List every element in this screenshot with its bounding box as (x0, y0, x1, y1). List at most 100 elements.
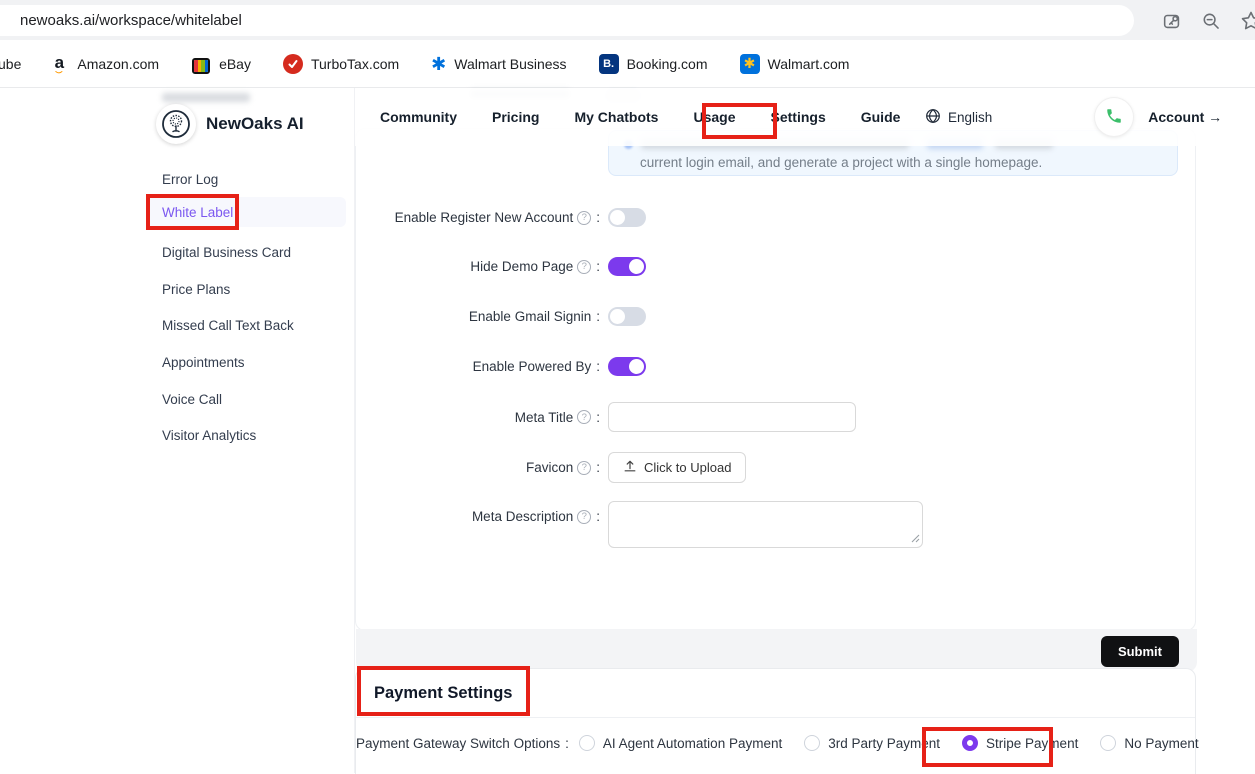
bookmark-label: Amazon.com (77, 56, 159, 72)
radio-stripe-payment[interactable]: Stripe Payment (962, 735, 1078, 751)
walmart-icon: ✱ (740, 54, 760, 74)
form-row-meta-description: Meta Description ? (355, 501, 1196, 548)
powered-by-toggle[interactable] (608, 357, 646, 376)
bookmark-label: Booking.com (627, 56, 708, 72)
payment-gateway-row: Payment Gateway Switch Options AI Agent … (356, 735, 1197, 751)
sidebar-item-voice-call[interactable]: Voice Call (140, 384, 342, 414)
help-icon[interactable]: ? (577, 461, 591, 475)
help-icon[interactable]: ? (577, 510, 591, 524)
sidebar-item-appointments[interactable]: Appointments (140, 347, 342, 377)
bookmark-booking[interactable]: B. Booking.com (599, 54, 708, 74)
sidebar-item-error-log[interactable]: Error Log (140, 164, 342, 194)
bookmarks-bar: ube a Amazon.com eBay TurboTax.com ✱ Wal… (0, 40, 1255, 88)
field-label: Enable Register New Account ? (355, 210, 600, 225)
field-label-text: Enable Register New Account (395, 210, 574, 225)
brand-name: NewOaks AI (206, 114, 304, 134)
phone-icon (1105, 107, 1123, 128)
language-selector[interactable]: English (948, 110, 992, 125)
upload-button-label: Click to Upload (644, 460, 731, 475)
field-label-text: Enable Powered By (473, 359, 592, 374)
turbotax-icon (283, 54, 303, 74)
bookmark-ebay[interactable]: eBay (191, 54, 251, 74)
amazon-icon: a (49, 54, 69, 74)
help-icon[interactable]: ? (577, 410, 591, 424)
field-label-text: Hide Demo Page (470, 259, 573, 274)
field-label: Meta Title ? (355, 410, 600, 425)
radio-no-payment[interactable]: No Payment (1100, 735, 1198, 751)
radio-circle[interactable] (579, 735, 595, 751)
zoom-out-icon[interactable] (1200, 10, 1222, 32)
account-link[interactable]: Account → (1148, 109, 1222, 125)
sidebar-item-visitor-analytics[interactable]: Visitor Analytics (140, 420, 342, 450)
sidebar-item-missed-call-text-back[interactable]: Missed Call Text Back (140, 310, 342, 340)
sidebar-item-white-label[interactable]: White Label (146, 197, 346, 227)
resize-handle-icon[interactable] (911, 534, 920, 543)
address-bar[interactable]: newoaks.ai/workspace/whitelabel (0, 5, 1134, 36)
browser-toolbar: newoaks.ai/workspace/whitelabel (0, 0, 1255, 40)
radio-circle[interactable] (1100, 735, 1116, 751)
account-avatar[interactable] (1095, 98, 1133, 136)
radio-label: Stripe Payment (986, 736, 1078, 751)
form-row-favicon: Favicon ? Click to Upload (355, 452, 1196, 483)
radio-3rd-party-payment[interactable]: 3rd Party Payment (804, 735, 940, 751)
field-label: Enable Gmail Signin (355, 309, 600, 324)
sidebar-item-price-plans[interactable]: Price Plans (140, 274, 342, 304)
nav-item-my-chatbots[interactable]: My Chatbots (574, 109, 658, 125)
submit-button[interactable]: Submit (1101, 636, 1179, 667)
banner-text: current login email, and generate a proj… (640, 155, 1042, 170)
form-row-hide-demo: Hide Demo Page ? (355, 257, 1196, 276)
form-row-powered-by: Enable Powered By (355, 357, 1196, 376)
form-row-meta-title: Meta Title ? (355, 402, 1196, 432)
gmail-signin-toggle[interactable] (608, 307, 646, 326)
bookmark-walmart[interactable]: ✱ Walmart.com (740, 54, 850, 74)
nav-item-settings[interactable]: Settings (771, 109, 826, 125)
radio-label: 3rd Party Payment (828, 736, 940, 751)
address-url[interactable]: newoaks.ai/workspace/whitelabel (20, 12, 242, 29)
enable-register-toggle[interactable] (608, 208, 646, 227)
nav-item-usage[interactable]: Usage (693, 109, 735, 125)
field-label-text: Enable Gmail Signin (469, 309, 591, 324)
field-label-text: Meta Description (472, 509, 573, 524)
bookmark-partial[interactable]: ube (0, 56, 21, 72)
radio-circle[interactable] (804, 735, 820, 751)
favicon-upload-button[interactable]: Click to Upload (608, 452, 746, 483)
meta-description-textarea[interactable] (608, 501, 923, 548)
help-icon[interactable]: ? (577, 211, 591, 225)
hide-demo-toggle[interactable] (608, 257, 646, 276)
field-label: Enable Powered By (355, 359, 600, 374)
redacted-workspace-name (162, 93, 250, 102)
bookmark-label: Walmart Business (454, 56, 566, 72)
upload-icon (623, 459, 637, 476)
meta-title-input[interactable] (608, 402, 856, 432)
app-page: NewOaks AI Error Log White Label Digital… (0, 88, 1255, 773)
bookmark-label: eBay (219, 56, 251, 72)
ebay-icon (191, 54, 211, 74)
bookmark-turbotax[interactable]: TurboTax.com (283, 54, 399, 74)
payment-radio-group: AI Agent Automation Payment 3rd Party Pa… (579, 735, 1199, 751)
newoaks-logo-icon (156, 104, 196, 144)
white-label-form-card: Submit (355, 128, 1196, 631)
sidebar-item-digital-business-card[interactable]: Digital Business Card (140, 237, 342, 267)
radio-label: AI Agent Automation Payment (603, 736, 782, 751)
field-label: Payment Gateway Switch Options (356, 736, 569, 751)
booking-icon: B. (599, 54, 619, 74)
globe-icon (925, 108, 941, 127)
radio-circle-checked[interactable] (962, 735, 978, 751)
bookmark-amazon[interactable]: a Amazon.com (49, 54, 159, 74)
form-footer: Submit (356, 629, 1197, 672)
nav-item-pricing[interactable]: Pricing (492, 109, 539, 125)
nav-item-guide[interactable]: Guide (861, 109, 901, 125)
bookmark-walmart-business[interactable]: ✱ Walmart Business (431, 55, 566, 73)
payment-settings-title: Payment Settings (374, 684, 512, 703)
field-label: Favicon ? (355, 460, 600, 475)
radio-label: No Payment (1124, 736, 1198, 751)
field-label-text: Meta Title (515, 410, 574, 425)
password-key-icon[interactable] (1161, 10, 1183, 32)
sidebar: NewOaks AI Error Log White Label Digital… (140, 88, 355, 773)
radio-ai-agent-automation-payment[interactable]: AI Agent Automation Payment (579, 735, 782, 751)
help-icon[interactable]: ? (577, 260, 591, 274)
nav-item-community[interactable]: Community (380, 109, 457, 125)
top-nav: Community Pricing My Chatbots Usage Sett… (355, 88, 1196, 146)
favorite-star-icon[interactable] (1239, 9, 1255, 33)
form-row-gmail-signin: Enable Gmail Signin (355, 307, 1196, 326)
